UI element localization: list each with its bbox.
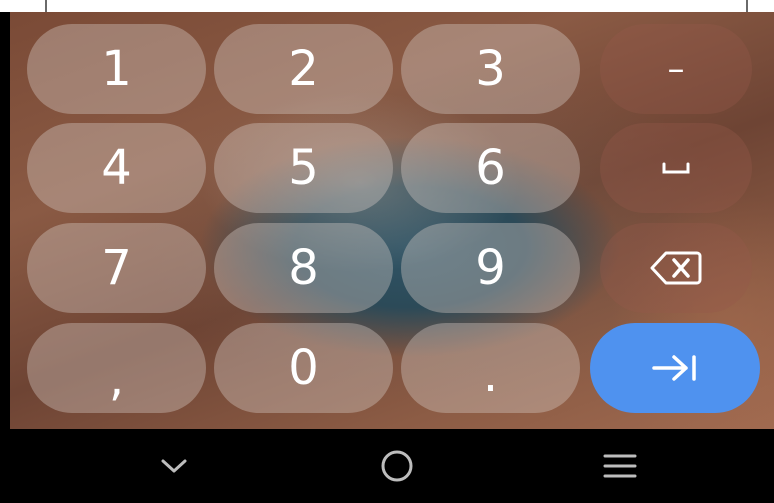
enter-key[interactable]: [590, 323, 760, 413]
home-circle-icon: [381, 450, 413, 482]
key-8-label: 8: [288, 240, 319, 296]
space-key[interactable]: [600, 123, 752, 213]
menu-lines-icon: [603, 454, 637, 478]
comma-key-label: ,: [108, 351, 125, 407]
period-key-label: .: [482, 347, 499, 403]
dash-key-label: –: [667, 49, 685, 89]
key-7-label: 7: [101, 240, 132, 296]
key-4[interactable]: 4: [27, 123, 206, 213]
key-1-label: 1: [101, 41, 132, 97]
key-0-label: 0: [288, 340, 319, 396]
text-field-edge: [0, 0, 774, 12]
key-4-label: 4: [101, 140, 132, 196]
numeric-keyboard: 1 2 3 – 4 5 6 7 8 9 , 0 .: [10, 12, 774, 429]
period-key[interactable]: .: [401, 323, 580, 413]
field-border-left: [45, 0, 47, 12]
nav-home-button[interactable]: [352, 429, 442, 503]
key-1[interactable]: 1: [27, 24, 206, 114]
comma-key[interactable]: ,: [27, 323, 206, 413]
screen-edge: [0, 12, 10, 503]
navigation-bar: [10, 429, 774, 503]
chevron-down-icon: [161, 459, 187, 473]
key-6-label: 6: [475, 140, 506, 196]
key-6[interactable]: 6: [401, 123, 580, 213]
key-5-label: 5: [288, 140, 319, 196]
key-9[interactable]: 9: [401, 223, 580, 313]
key-8[interactable]: 8: [214, 223, 393, 313]
key-3-label: 3: [475, 41, 506, 97]
key-3[interactable]: 3: [401, 24, 580, 114]
key-5[interactable]: 5: [214, 123, 393, 213]
field-border-right: [746, 0, 748, 12]
key-0[interactable]: 0: [214, 323, 393, 413]
backspace-key[interactable]: [600, 223, 752, 313]
key-7[interactable]: 7: [27, 223, 206, 313]
backspace-icon: [650, 251, 702, 285]
space-icon: [662, 162, 690, 174]
key-9-label: 9: [475, 240, 506, 296]
key-2[interactable]: 2: [214, 24, 393, 114]
nav-recent-button[interactable]: [575, 429, 665, 503]
dash-key[interactable]: –: [600, 24, 752, 114]
key-2-label: 2: [288, 41, 319, 97]
tab-enter-icon: [652, 355, 696, 381]
nav-back-button[interactable]: [129, 429, 219, 503]
